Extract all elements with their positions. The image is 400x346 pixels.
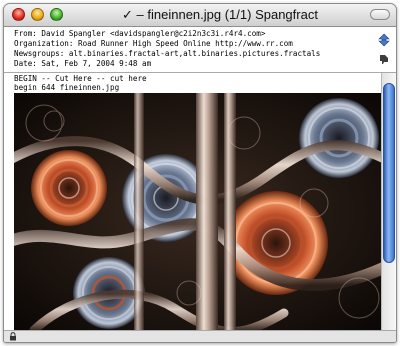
zoom-button[interactable] (50, 8, 63, 21)
up-down-arrows-icon[interactable] (378, 33, 390, 47)
title-bar[interactable]: ✓ – fineinnen.jpg (1/1) Spangfract (4, 4, 396, 27)
window-title: ✓ – fineinnen.jpg (1/1) Spangfract (122, 7, 318, 22)
header-newsgroups: Newsgroups: alt.binaries.fractal-art,alt… (14, 49, 321, 58)
message-body: BEGIN -- Cut Here -- cut here begin 644 … (4, 73, 381, 330)
spiral-cluster (299, 98, 379, 178)
toolbar-toggle-button[interactable] (370, 9, 390, 20)
vertical-scrollbar[interactable] (381, 73, 396, 330)
header-organization: Organization: Road Runner High Speed Onl… (14, 39, 293, 48)
vertical-pillar (224, 93, 236, 330)
message-window: ✓ – fineinnen.jpg (1/1) Spangfract From:… (3, 3, 397, 343)
vertical-pillar (196, 93, 218, 330)
scrollbar-thumb[interactable] (383, 83, 395, 263)
fractal-image (14, 93, 381, 330)
bottom-status-bar (4, 330, 396, 342)
thumbs-down-icon[interactable] (378, 53, 390, 65)
close-button[interactable] (12, 8, 25, 21)
header-side-tools (372, 27, 396, 73)
body-line: begin 644 fineinnen.jpg (14, 83, 120, 92)
fractal-image-drawing (14, 93, 381, 330)
minimize-button[interactable] (31, 8, 44, 21)
vertical-pillar (134, 93, 144, 330)
lock-icon[interactable] (9, 332, 17, 341)
message-headers: From: David Spangler <davidspangler@c2i2… (4, 27, 372, 73)
header-date: Date: Sat, Feb 7, 2004 9:48 am (14, 59, 152, 68)
spiral-cluster (31, 150, 107, 226)
header-from: From: David Spangler <davidspangler@c2i2… (14, 29, 266, 38)
